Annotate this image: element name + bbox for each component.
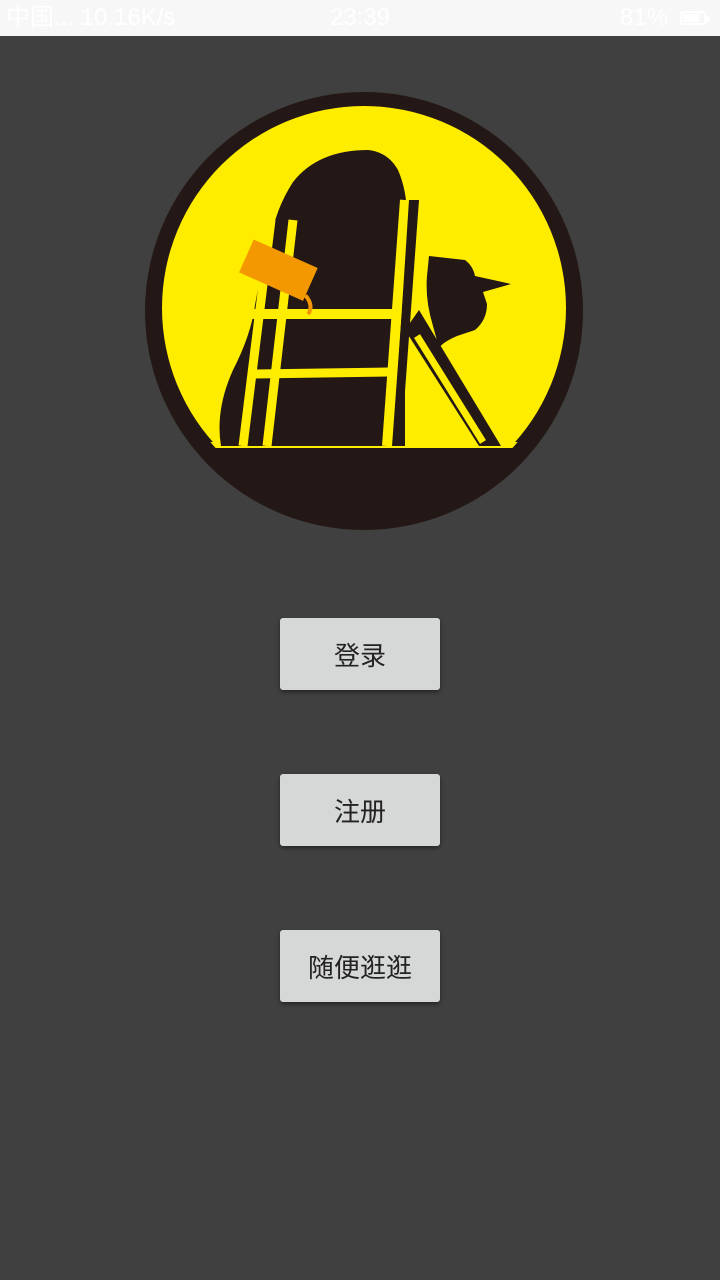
register-button[interactable]: 注册 xyxy=(280,774,440,846)
battery-percent: 81% xyxy=(619,4,668,31)
status-bar: 中国... 10.16K/s 23:39 81% xyxy=(0,0,720,36)
battery-icon xyxy=(680,11,709,25)
app-logo xyxy=(145,92,583,530)
browse-as-guest-button[interactable]: 随便逛逛 xyxy=(280,930,440,1002)
status-time: 23:39 xyxy=(329,4,391,31)
login-button[interactable]: 登录 xyxy=(280,618,440,690)
battery-fill xyxy=(683,14,699,22)
welcome-screen: 登录 注册 随便逛逛 xyxy=(0,36,720,1280)
status-right-group: 81% xyxy=(619,0,709,36)
